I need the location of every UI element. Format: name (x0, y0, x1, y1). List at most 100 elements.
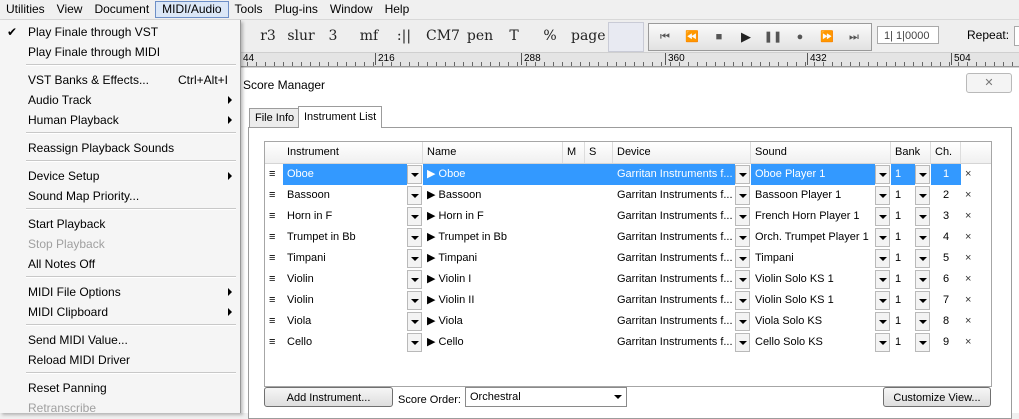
device-dropdown-button[interactable] (735, 186, 750, 205)
bank-cell[interactable]: 1 (891, 248, 915, 269)
device-cell[interactable]: Garritan Instruments f... (613, 185, 735, 206)
drag-handle-icon[interactable]: ≡ (269, 332, 279, 353)
menu-item-all-notes-off[interactable]: All Notes Off (0, 254, 240, 274)
menu-item-audio-track[interactable]: Audio Track (0, 90, 240, 110)
play-icon[interactable]: ▶ (734, 24, 758, 50)
instrument-cell[interactable]: Cello (283, 332, 407, 353)
drag-handle-icon[interactable]: ≡ (269, 206, 279, 227)
table-row[interactable]: ≡ Cello ▶ Cello Garritan Instruments f... Ce… (265, 332, 991, 353)
name-cell[interactable]: ▶ Horn in F (423, 206, 613, 227)
sound-cell[interactable]: Bassoon Player 1 (751, 185, 875, 206)
bank-cell[interactable]: 1 (891, 206, 915, 227)
drag-handle-icon[interactable]: ≡ (269, 227, 279, 248)
menu-item-reassign-playback-sounds[interactable]: Reassign Playback Sounds (0, 138, 240, 158)
channel-cell[interactable]: 1 (931, 164, 961, 185)
column-header-sound[interactable]: Sound (751, 142, 891, 163)
drag-handle-icon[interactable]: ≡ (269, 290, 279, 311)
menu-window[interactable]: Window (324, 1, 379, 18)
name-cell[interactable]: ▶ Trumpet in Bb (423, 227, 613, 248)
sound-dropdown-button[interactable] (875, 333, 890, 352)
expression-tool-icon[interactable]: mf (354, 23, 384, 49)
bank-cell[interactable]: 1 (891, 311, 915, 332)
close-button[interactable]: ✕ (966, 73, 1012, 93)
sound-dropdown-button[interactable] (875, 228, 890, 247)
instrument-cell[interactable]: Horn in F (283, 206, 407, 227)
drag-handle-icon[interactable]: ≡ (269, 269, 279, 290)
lyrics-tool-icon[interactable]: pen (465, 23, 495, 49)
device-cell[interactable]: Garritan Instruments f... (613, 206, 735, 227)
channel-cell[interactable]: 3 (931, 206, 961, 227)
bank-dropdown-button[interactable] (915, 207, 930, 226)
name-cell[interactable]: ▶ Violin II (423, 290, 613, 311)
sound-dropdown-button[interactable] (875, 207, 890, 226)
instrument-cell[interactable]: Trumpet in Bb (283, 227, 407, 248)
name-cell[interactable]: ▶ Violin I (423, 269, 613, 290)
instrument-dropdown-button[interactable] (407, 207, 422, 226)
repeat-field[interactable] (1014, 26, 1019, 46)
instrument-cell[interactable]: Timpani (283, 248, 407, 269)
sound-dropdown-button[interactable] (875, 186, 890, 205)
name-cell[interactable]: ▶ Bassoon (423, 185, 613, 206)
menu-item-sound-map-priority[interactable]: Sound Map Priority... (0, 186, 240, 206)
channel-cell[interactable]: 2 (931, 185, 961, 206)
device-cell[interactable]: Garritan Instruments f... (613, 311, 735, 332)
sound-cell[interactable]: Viola Solo KS (751, 311, 875, 332)
drag-handle-icon[interactable]: ≡ (269, 185, 279, 206)
stop-icon[interactable]: ■ (707, 24, 731, 50)
sound-dropdown-button[interactable] (875, 291, 890, 310)
instrument-dropdown-button[interactable] (407, 270, 422, 289)
sound-cell[interactable]: Oboe Player 1 (751, 164, 875, 185)
name-cell[interactable]: ▶ Oboe (423, 164, 613, 185)
channel-cell[interactable]: 4 (931, 227, 961, 248)
device-dropdown-button[interactable] (735, 270, 750, 289)
sound-cell[interactable]: Violin Solo KS 1 (751, 269, 875, 290)
bank-dropdown-button[interactable] (915, 186, 930, 205)
repeat-tool-icon[interactable]: 3 (318, 23, 348, 49)
drag-handle-icon[interactable]: ≡ (269, 311, 279, 332)
sound-cell[interactable]: Cello Solo KS (751, 332, 875, 353)
remove-instrument-icon[interactable]: × (965, 269, 977, 290)
drag-handle-icon[interactable]: ≡ (269, 248, 279, 269)
table-row[interactable]: ≡ Oboe ▶ Oboe Garritan Instruments f... Oboe… (265, 164, 991, 185)
device-dropdown-button[interactable] (735, 207, 750, 226)
menu-tools[interactable]: Tools (229, 1, 269, 18)
add-instrument-button[interactable]: Add Instrument... (264, 387, 393, 407)
bank-dropdown-button[interactable] (915, 228, 930, 247)
tab-instrument-list[interactable]: Instrument List (298, 106, 383, 128)
channel-cell[interactable]: 7 (931, 290, 961, 311)
measure-counter-field[interactable]: 1| 1|0000 (877, 26, 939, 44)
device-cell[interactable]: Garritan Instruments f... (613, 227, 735, 248)
bank-dropdown-button[interactable] (915, 270, 930, 289)
skip-to-start-icon[interactable]: ⏮ (653, 24, 677, 50)
remove-instrument-icon[interactable]: × (965, 227, 977, 248)
column-header-name[interactable]: Name (423, 142, 563, 163)
table-row[interactable]: ≡ Timpani ▶ Timpani Garritan Instruments f.… (265, 248, 991, 269)
bank-dropdown-button[interactable] (915, 333, 930, 352)
device-dropdown-button[interactable] (735, 249, 750, 268)
customize-view-button[interactable]: Customize View... (883, 387, 991, 407)
sound-dropdown-button[interactable] (875, 312, 890, 331)
menu-item-vst-banks-effects[interactable]: VST Banks & Effects... Ctrl+Alt+I (0, 70, 240, 90)
remove-instrument-icon[interactable]: × (965, 248, 977, 269)
menu-item-play-finale-through-vst[interactable]: ✔ Play Finale through VST (0, 22, 240, 42)
instrument-cell[interactable]: Violin (283, 269, 407, 290)
menu-item-human-playback[interactable]: Human Playback (0, 110, 240, 130)
bank-cell[interactable]: 1 (891, 185, 915, 206)
column-header-ch[interactable]: Ch. (931, 142, 961, 163)
bank-cell[interactable]: 1 (891, 164, 915, 185)
bank-dropdown-button[interactable] (915, 165, 930, 184)
text-tool-icon[interactable]: T (499, 23, 529, 49)
instrument-dropdown-button[interactable] (407, 186, 422, 205)
table-row[interactable]: ≡ Bassoon ▶ Bassoon Garritan Instruments f.… (265, 185, 991, 206)
bank-cell[interactable]: 1 (891, 269, 915, 290)
bank-dropdown-button[interactable] (915, 291, 930, 310)
channel-cell[interactable]: 8 (931, 311, 961, 332)
device-dropdown-button[interactable] (735, 333, 750, 352)
device-cell[interactable]: Garritan Instruments f... (613, 164, 735, 185)
score-order-select[interactable]: Orchestral (465, 387, 627, 407)
menu-item-reset-panning[interactable]: Reset Panning (0, 378, 240, 398)
bank-dropdown-button[interactable] (915, 249, 930, 268)
pause-icon[interactable]: ❚❚ (761, 24, 785, 50)
drag-handle-icon[interactable]: ≡ (269, 164, 279, 185)
menu-item-midi-file-options[interactable]: MIDI File Options (0, 282, 240, 302)
